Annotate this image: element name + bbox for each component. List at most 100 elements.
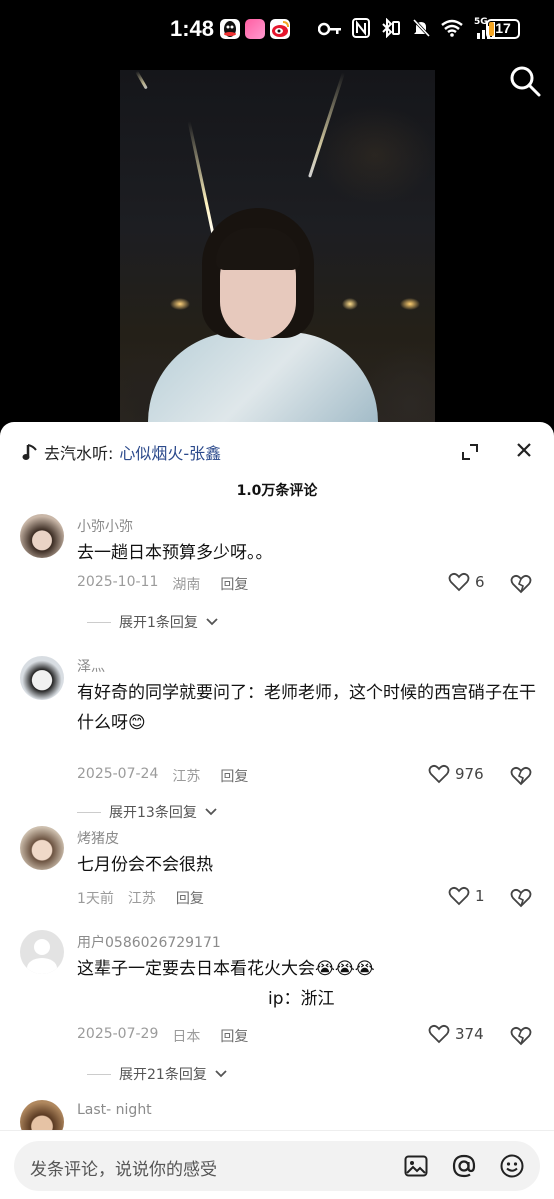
heart-icon (428, 1024, 450, 1044)
expand-replies-label: 展开13条回复 (109, 805, 197, 821)
key-icon (317, 21, 342, 40)
broken-heart-icon (510, 1026, 532, 1046)
at-icon (452, 1154, 476, 1178)
expand-icon (462, 444, 478, 460)
like-button[interactable]: 6 (448, 572, 485, 592)
comment-input-placeholder: 发条评论，说说你的感受 (30, 1160, 217, 1180)
close-button[interactable] (514, 440, 534, 460)
battery-level: 17 (495, 20, 511, 36)
image-icon (404, 1155, 428, 1177)
heart-icon (448, 886, 470, 906)
comment-date: 2025-10-11 (77, 574, 159, 590)
video-frame[interactable] (120, 70, 435, 422)
comment-item: 小弥小弥 去一趟日本预算多少呀。。 2025-10-11 湖南 回复 6 展开1… (0, 514, 554, 644)
chevron-down-icon (205, 808, 217, 816)
comment-meta: 2025-07-24 江苏 回复 (77, 766, 248, 786)
expand-replies[interactable]: 展开13条回复 (77, 802, 217, 822)
divider (77, 811, 101, 813)
music-link[interactable]: 去汽水听: 心似烟火-张鑫 (22, 440, 221, 464)
nfc-icon (352, 18, 370, 42)
emoji-icon (500, 1154, 524, 1178)
search-button[interactable] (508, 64, 542, 98)
firework-streak (308, 72, 345, 178)
avatar[interactable] (20, 656, 64, 700)
comment-meta: 2025-07-29 日本 回复 (77, 1026, 248, 1046)
comment-text: 去一趟日本预算多少呀。。 (77, 543, 273, 563)
dislike-button[interactable] (510, 1026, 532, 1046)
comment-meta: 1天前 江苏 回复 (77, 888, 204, 908)
like-button[interactable]: 374 (428, 1024, 484, 1044)
comment-item: 烤猪皮 七月份会不会很热 1天前 江苏 回复 1 (0, 826, 554, 916)
divider (87, 621, 111, 623)
emoji-button[interactable] (500, 1154, 524, 1178)
broken-heart-icon (510, 766, 532, 786)
firework-streak (187, 120, 216, 240)
system-icons: 5G (317, 17, 500, 42)
heart-icon (428, 764, 450, 784)
comment-username[interactable]: 用户0586026729171 (77, 932, 221, 952)
comment-location: 江苏 (127, 891, 156, 907)
comment-input-bar: 发条评论，说说你的感受 (0, 1130, 554, 1199)
default-avatar-icon (27, 939, 57, 974)
expand-replies[interactable]: 展开1条回复 (87, 612, 218, 632)
comment-date: 2025-07-29 (77, 1026, 159, 1042)
like-button[interactable]: 1 (448, 886, 485, 906)
dislike-button[interactable] (510, 766, 532, 786)
comment-text: 七月份会不会很热 (77, 855, 213, 875)
comment-username[interactable]: 泽灬 (77, 656, 105, 676)
comment-text: 这辈子一定要去日本看花火大会😭😭😭 (77, 959, 375, 979)
reply-button[interactable]: 回复 (220, 766, 248, 786)
like-count: 976 (455, 765, 484, 783)
comment-input[interactable]: 发条评论，说说你的感受 (14, 1141, 540, 1191)
comment-ip: ip：浙江 (268, 989, 335, 1009)
app-notification-icon (245, 19, 265, 39)
music-song[interactable]: 心似烟火-张鑫 (119, 440, 221, 464)
expand-replies-label: 展开1条回复 (119, 615, 198, 631)
comment-meta: 2025-10-11 湖南 回复 (77, 574, 248, 594)
chevron-down-icon (206, 618, 218, 626)
comment-username[interactable]: 烤猪皮 (77, 828, 119, 848)
status-bar: 1:48 5G 17 (0, 0, 554, 62)
like-count: 374 (455, 1025, 484, 1043)
mention-button[interactable] (452, 1154, 476, 1178)
broken-heart-icon (510, 574, 532, 594)
firework-streak (135, 70, 148, 90)
mute-icon (412, 18, 431, 42)
avatar[interactable] (20, 514, 64, 558)
comment-date: 1天前 (77, 891, 114, 907)
expand-replies-label: 展开21条回复 (119, 1067, 207, 1083)
chevron-down-icon (215, 1070, 227, 1078)
comment-text: 有好奇的同学就要问了：老师老师，这个时候的西宫硝子在干什么呀😊 (77, 683, 536, 733)
qq-notification-icon (220, 19, 240, 39)
image-picker-button[interactable] (404, 1154, 428, 1178)
comment-count: 1.0万条评论 (236, 483, 318, 499)
reply-button[interactable]: 回复 (220, 574, 248, 594)
fullscreen-button[interactable] (460, 442, 480, 462)
comment-username[interactable]: Last- night (77, 1102, 152, 1118)
like-button[interactable]: 976 (428, 764, 484, 784)
comment-sheet: 去汽水听: 心似烟火-张鑫 1.0万条评论 小弥小弥 去一趟日本预算多少呀。。 … (0, 422, 554, 1199)
music-prefix: 去汽水听: (44, 444, 114, 463)
weibo-notification-icon (270, 19, 290, 39)
like-count: 1 (475, 887, 485, 905)
comment-item: 泽灬 有好奇的同学就要问了：老师老师，这个时候的西宫硝子在干什么呀😊 2025-… (0, 654, 554, 821)
comment-location: 湖南 (172, 577, 201, 593)
comment-username[interactable]: 小弥小弥 (77, 516, 133, 536)
music-note-icon (22, 444, 37, 460)
dislike-button[interactable] (510, 574, 532, 594)
bluetooth-vibrate-icon (380, 17, 402, 42)
comment-date: 2025-07-24 (77, 766, 159, 782)
battery-indicator: 17 (486, 19, 520, 39)
divider (87, 1073, 111, 1075)
heart-icon (448, 572, 470, 592)
reply-button[interactable]: 回复 (176, 888, 204, 908)
reply-button[interactable]: 回复 (220, 1026, 248, 1046)
comment-location: 日本 (172, 1029, 201, 1045)
expand-replies[interactable]: 展开21条回复 (87, 1064, 227, 1084)
avatar[interactable] (20, 826, 64, 870)
status-time: 1:48 (170, 16, 215, 41)
avatar[interactable] (20, 930, 64, 974)
close-icon (517, 443, 531, 457)
like-count: 6 (475, 573, 485, 591)
dislike-button[interactable] (510, 888, 532, 908)
